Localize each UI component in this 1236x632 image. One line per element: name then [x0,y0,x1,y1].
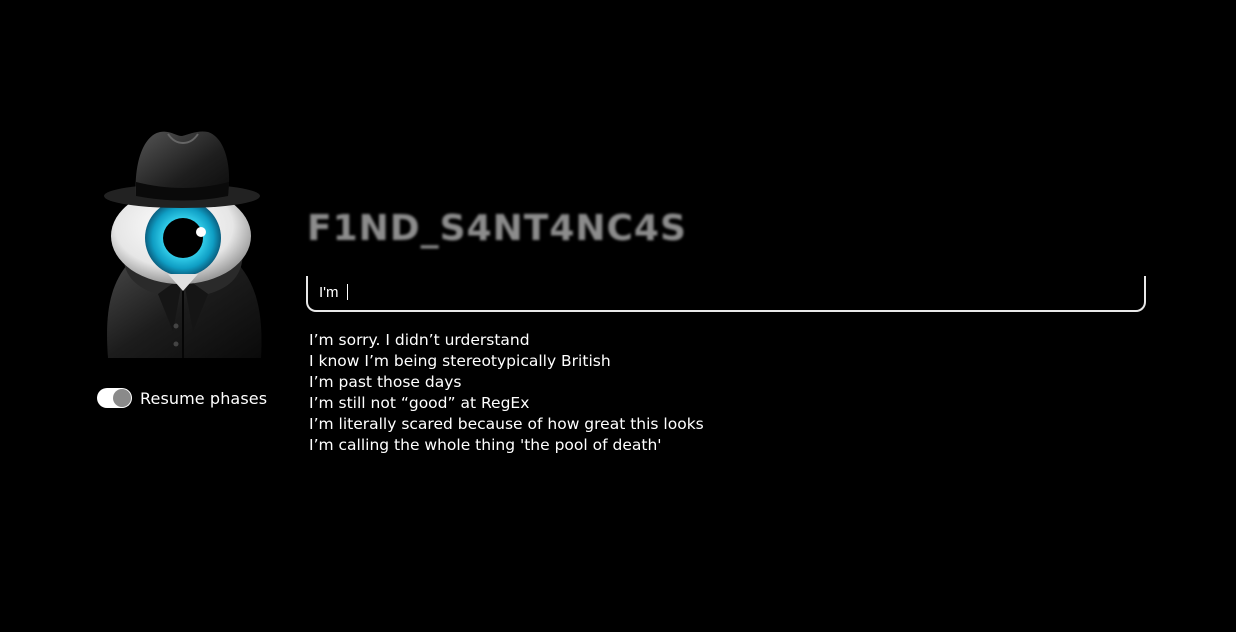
toggle-knob [113,389,131,407]
search-field[interactable]: I'm [306,276,1146,312]
page-title: F1ND_S4NT4NC4S [307,208,687,249]
result-item[interactable]: I’m past those days [309,372,704,393]
text-caret [346,284,348,300]
search-input-value: I'm [319,284,348,301]
search-value-text: I'm [319,284,343,301]
result-item[interactable]: I’m sorry. I didn’t urderstand [309,330,704,351]
result-item[interactable]: I’m still not “good” at RegEx [309,393,704,414]
results-list: I’m sorry. I didn’t urderstand I know I’… [309,330,704,456]
spy-eyeball-icon [98,126,268,362]
resume-phases-toggle-row: Resume phases [97,388,267,408]
result-item[interactable]: I’m literally scared because of how grea… [309,414,704,435]
resume-phases-label: Resume phases [140,388,268,408]
result-item[interactable]: I know I’m being stereotypically British [309,351,704,372]
resume-phases-toggle[interactable] [97,388,132,408]
result-item[interactable]: I’m calling the whole thing 'the pool of… [309,435,704,456]
